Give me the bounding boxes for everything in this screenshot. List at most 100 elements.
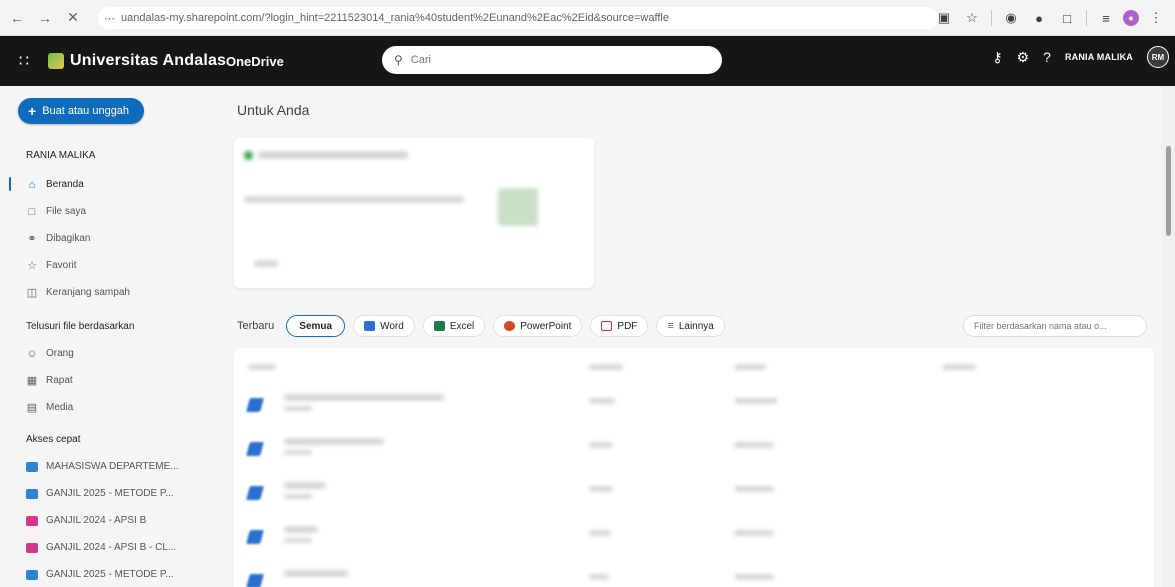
chip-label: Lainnya — [678, 320, 714, 332]
blurred-content — [284, 406, 312, 411]
browser-toolbar: ← → ✕ ⋯ uandalas-my.sharepoint.com/?logi… — [0, 0, 1175, 36]
menu-kebab-icon[interactable]: ⋮ — [1145, 7, 1167, 29]
sidebar-item-recycle-bin[interactable]: ◫ Keranjang sampah — [0, 279, 212, 306]
sidebar-item-my-files[interactable]: □ File saya — [0, 198, 212, 225]
user-name[interactable]: RANIA MALIKA — [1065, 52, 1133, 62]
sidebar-item-label: Media — [46, 402, 74, 413]
group-icon — [26, 461, 38, 472]
quick-access-item[interactable]: GANJIL 2024 - APSI B — [0, 507, 212, 534]
blurred-content — [734, 364, 766, 370]
extension-icon[interactable]: ● — [1028, 7, 1050, 29]
chip-label: Word — [380, 320, 404, 332]
sidebar-item-favorites[interactable]: ☆ Favorit — [0, 252, 212, 279]
org-name: Universitas Andalas — [70, 52, 227, 69]
media-icon: ▤ — [26, 402, 38, 414]
settings-gear-icon[interactable]: ⚙ — [1017, 49, 1030, 66]
word-icon — [364, 321, 376, 331]
app-launcher-waffle-icon[interactable]: ∷ — [0, 36, 48, 86]
blurred-content — [589, 364, 623, 370]
site-info-icon[interactable]: ⋯ — [104, 12, 115, 25]
extension-icon[interactable]: ◉ — [1000, 7, 1022, 29]
org-logo-icon — [48, 53, 64, 69]
blurred-content — [734, 530, 774, 536]
sidebar-item-home[interactable]: ⌂ Beranda — [0, 171, 212, 198]
person-icon: ☺ — [26, 347, 38, 360]
filter-pdf-chip[interactable]: PDF — [590, 315, 649, 337]
table-row[interactable] — [234, 384, 1154, 428]
page-title: Untuk Anda — [237, 102, 310, 118]
create-upload-label: Buat atau unggah — [42, 105, 130, 117]
bookmark-star-icon[interactable]: ☆ — [961, 7, 983, 29]
create-upload-button[interactable]: + Buat atau unggah — [18, 98, 144, 124]
quick-access-item[interactable]: GANJIL 2025 - METODE P... — [0, 561, 212, 587]
blurred-thumbnail — [498, 188, 538, 226]
extensions-puzzle-icon[interactable]: □ — [1056, 7, 1078, 29]
blurred-content — [284, 538, 312, 543]
sidebar-item-meetings[interactable]: ▦ Rapat — [0, 367, 212, 394]
word-file-icon — [246, 530, 264, 544]
sidebar-item-people[interactable]: ☺ Orang — [0, 340, 212, 367]
search-icon: ⚲ — [394, 53, 403, 67]
blurred-content — [589, 530, 611, 536]
word-file-icon — [246, 442, 264, 456]
plus-icon: + — [28, 103, 37, 119]
recommended-file-card[interactable] — [234, 138, 594, 288]
avatar[interactable]: RM — [1147, 46, 1169, 68]
page-scrollbar[interactable] — [1161, 86, 1175, 587]
home-icon: ⌂ — [28, 178, 36, 191]
profile-avatar-icon[interactable]: ● — [1123, 10, 1139, 26]
sidebar-item-label: Beranda — [46, 179, 84, 190]
blurred-content — [258, 151, 408, 159]
table-row[interactable] — [234, 472, 1154, 516]
quick-access-item[interactable]: GANJIL 2025 - METODE P... — [0, 480, 212, 507]
blurred-content — [254, 260, 278, 267]
sidebar-item-shared[interactable]: ⚭ Dibagikan — [0, 225, 212, 252]
close-icon[interactable]: ✕ — [62, 7, 84, 29]
sidebar-item-label: Favorit — [46, 260, 77, 271]
scrollbar-thumb[interactable] — [1166, 146, 1171, 236]
toolbar-divider — [1086, 10, 1087, 26]
forward-icon[interactable]: → — [34, 7, 56, 29]
filter-powerpoint-chip[interactable]: PowerPoint — [493, 315, 583, 337]
blurred-content — [734, 442, 774, 448]
search-input[interactable] — [410, 54, 701, 66]
chip-label: Excel — [449, 320, 475, 332]
blurred-content — [284, 450, 312, 455]
pdf-icon — [601, 321, 613, 331]
sidebar-item-media[interactable]: ▤ Media — [0, 394, 212, 421]
group-icon — [26, 569, 38, 580]
file-type-filters: Terbaru Semua Word Excel PowerPoint PDF … — [237, 315, 725, 337]
blurred-content — [589, 442, 613, 448]
quick-access-list: MAHASISWA DEPARTEME... GANJIL 2025 - MET… — [0, 453, 212, 587]
quick-access-item[interactable]: GANJIL 2024 - APSI B - CL... — [0, 534, 212, 561]
excel-icon — [433, 321, 445, 331]
chip-label: PowerPoint — [520, 320, 572, 332]
org-brand[interactable]: Universitas Andalas — [48, 52, 226, 70]
filter-excel-chip[interactable]: Excel — [422, 315, 486, 337]
address-bar[interactable]: ⋯ uandalas-my.sharepoint.com/?login_hint… — [98, 7, 938, 29]
filter-all-chip[interactable]: Semua — [286, 315, 346, 337]
cast-icon[interactable]: ▣ — [933, 7, 955, 29]
back-icon[interactable]: ← — [6, 7, 28, 29]
table-row[interactable] — [234, 428, 1154, 472]
blurred-content — [284, 438, 384, 445]
people-icon: ⚭ — [27, 233, 37, 245]
reading-list-icon[interactable]: ≡ — [1095, 7, 1117, 29]
table-row[interactable] — [234, 560, 1154, 587]
sidebar-item-label: Keranjang sampah — [46, 287, 130, 298]
search-box[interactable]: ⚲ — [382, 46, 722, 74]
blurred-content — [284, 494, 312, 499]
table-row[interactable] — [234, 516, 1154, 560]
recent-files-table — [234, 348, 1154, 587]
trash-icon: ◫ — [26, 287, 38, 299]
app-name[interactable]: OneDrive — [226, 54, 284, 69]
filter-more-chip[interactable]: ≡ Lainnya — [656, 315, 725, 337]
star-icon: ☆ — [27, 260, 37, 272]
help-icon[interactable]: ? — [1043, 49, 1051, 65]
group-icon — [26, 542, 38, 553]
filter-word-chip[interactable]: Word — [353, 315, 415, 337]
filter-by-name-input[interactable] — [963, 315, 1147, 337]
quick-access-item[interactable]: MAHASISWA DEPARTEME... — [0, 453, 212, 480]
blurred-content — [244, 196, 464, 203]
share-key-icon[interactable]: ⚷ — [992, 49, 1002, 66]
